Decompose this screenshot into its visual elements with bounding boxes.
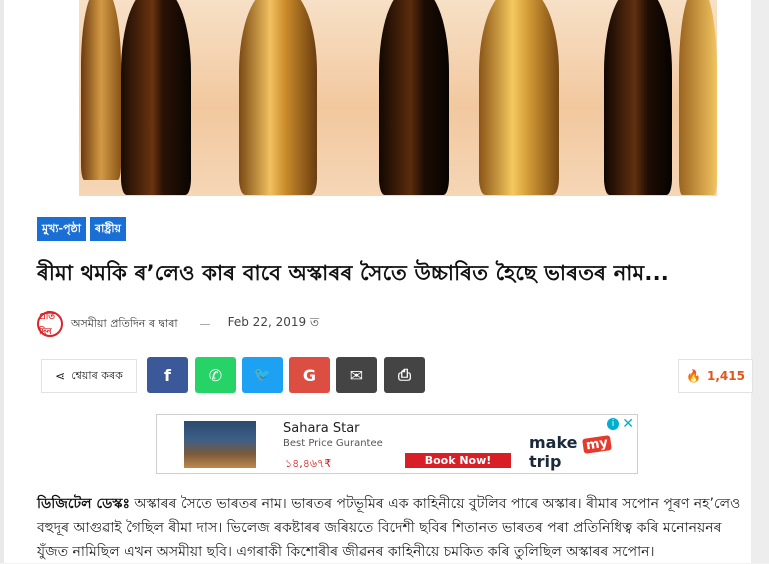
brand-suffix: trip [529, 452, 562, 471]
facebook-icon: f [164, 365, 171, 385]
email-icon: ✉ [349, 365, 364, 385]
meta-separator [199, 323, 210, 325]
statue-shape [679, 0, 717, 195]
brand-my: my [582, 435, 613, 454]
ad-info-icon[interactable]: i [607, 418, 619, 430]
fire-icon: 🔥 [686, 369, 701, 383]
article-text: অস্কাৰৰ সৈতে ভাৰতৰ নাম। ভাৰতৰ পটভূমিৰ এক… [37, 496, 741, 560]
category-tag-home[interactable]: মুখ্য-পৃষ্ঠা [37, 217, 86, 241]
article-container: মুখ্য-পৃষ্ঠা ৰাষ্ট্ৰীয় ৰীমা থমকি ৰ’লেও … [4, 0, 753, 564]
category-tags: মুখ্য-পৃষ্ঠা ৰাষ্ট্ৰীয় [37, 217, 126, 241]
print-button[interactable]: ⎙ [384, 357, 425, 393]
author-byline[interactable]: অসমীয়া প্ৰতিদিন ৰ দ্বাৰা [71, 315, 178, 334]
page-right-margin [751, 0, 769, 563]
makemytrip-logo[interactable]: make my trip [529, 433, 637, 471]
statue-shape [81, 0, 121, 180]
ad-tagline: Best Price Gurantee [283, 438, 383, 449]
statue-shape [121, 0, 191, 195]
share-label-box[interactable]: ⋖ শ্বেয়াৰ কৰক [41, 359, 137, 393]
statue-shape [379, 0, 449, 195]
share-label: শ্বেয়াৰ কৰক [71, 368, 123, 382]
advertisement-banner[interactable]: Sahara Star Best Price Gurantee ১৪,৪৬৭₹ … [156, 414, 638, 474]
view-count: 1,415 [706, 369, 745, 383]
article-title: ৰীমা থমকি ৰ’লেও কাৰ বাবে অস্কাৰৰ সৈতে উচ… [37, 261, 669, 285]
share-icon: ⋖ [55, 369, 66, 383]
brand-prefix: make [529, 433, 578, 452]
ad-price: ১৪,৪৬৭₹ [285, 457, 332, 470]
print-icon: ⎙ [398, 365, 411, 384]
book-now-button[interactable]: Book Now! [405, 453, 511, 468]
dateline: ডিজিটেল ডেস্কঃ [37, 496, 130, 512]
article-body: ডিজিটেল ডেস্কঃ অস্কাৰৰ সৈতে ভাৰতৰ নাম। ভ… [37, 492, 749, 564]
publish-date: Feb 22, 2019 ত [227, 315, 319, 329]
whatsapp-icon: ✆ [208, 365, 223, 385]
email-share-button[interactable]: ✉ [336, 357, 377, 393]
facebook-share-button[interactable]: f [147, 357, 188, 393]
google-share-button[interactable]: G [289, 357, 330, 393]
publisher-logo[interactable]: প্ৰতি দিন [37, 311, 63, 337]
article-meta: প্ৰতি দিন অসমীয়া প্ৰতিদিন ৰ দ্বাৰা Feb … [37, 310, 319, 338]
google-icon: G [302, 365, 317, 385]
hotel-name[interactable]: Sahara Star [283, 421, 360, 436]
twitter-share-button[interactable]: 🐦 [242, 357, 283, 393]
statue-shape [479, 0, 559, 195]
statue-shape [604, 0, 672, 195]
category-tag-national[interactable]: ৰাষ্ট্ৰীয় [89, 217, 126, 241]
statue-shape [239, 0, 317, 195]
whatsapp-share-button[interactable]: ✆ [195, 357, 236, 393]
view-count-badge: 🔥 1,415 [678, 359, 753, 393]
hotel-image[interactable] [184, 421, 256, 468]
ad-close-icon[interactable]: ✕ [622, 416, 634, 432]
hero-image [79, 0, 717, 196]
twitter-icon: 🐦 [253, 367, 272, 383]
